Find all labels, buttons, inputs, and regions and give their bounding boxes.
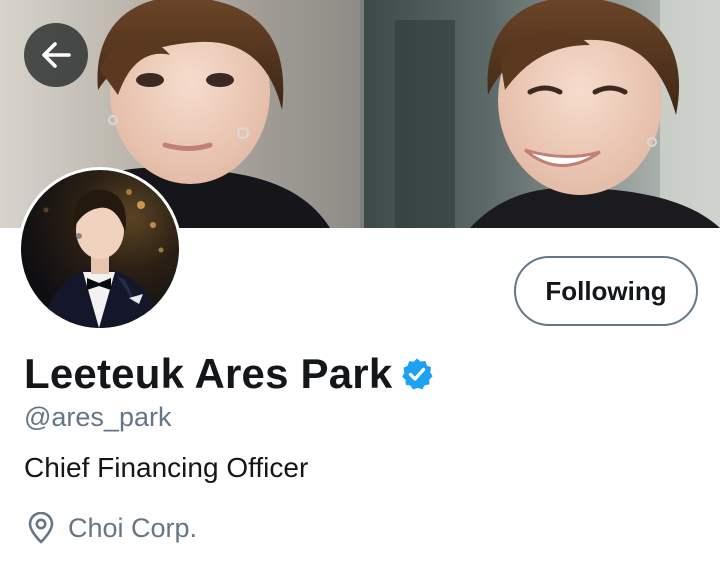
profile-page: Following Leeteuk Ares Park @ares_park C… xyxy=(0,0,720,565)
location-text: Choi Corp. xyxy=(68,513,198,543)
user-handle: @ares_park xyxy=(24,402,172,432)
verified-badge-icon xyxy=(400,357,434,391)
display-name: Leeteuk Ares Park xyxy=(24,350,393,397)
back-button[interactable] xyxy=(24,23,88,87)
arrow-left-icon xyxy=(42,42,71,68)
avatar[interactable] xyxy=(18,167,182,331)
following-button-label: Following xyxy=(545,275,667,306)
profile-name-row: Leeteuk Ares Park xyxy=(24,348,434,400)
following-button[interactable]: Following xyxy=(514,256,698,326)
location-pin-icon xyxy=(26,512,56,544)
avatar-photo xyxy=(21,170,179,328)
profile-bio: Chief Financing Officer xyxy=(24,452,309,483)
profile-location: Choi Corp. xyxy=(26,510,197,546)
avatar-photo-art xyxy=(41,189,164,328)
